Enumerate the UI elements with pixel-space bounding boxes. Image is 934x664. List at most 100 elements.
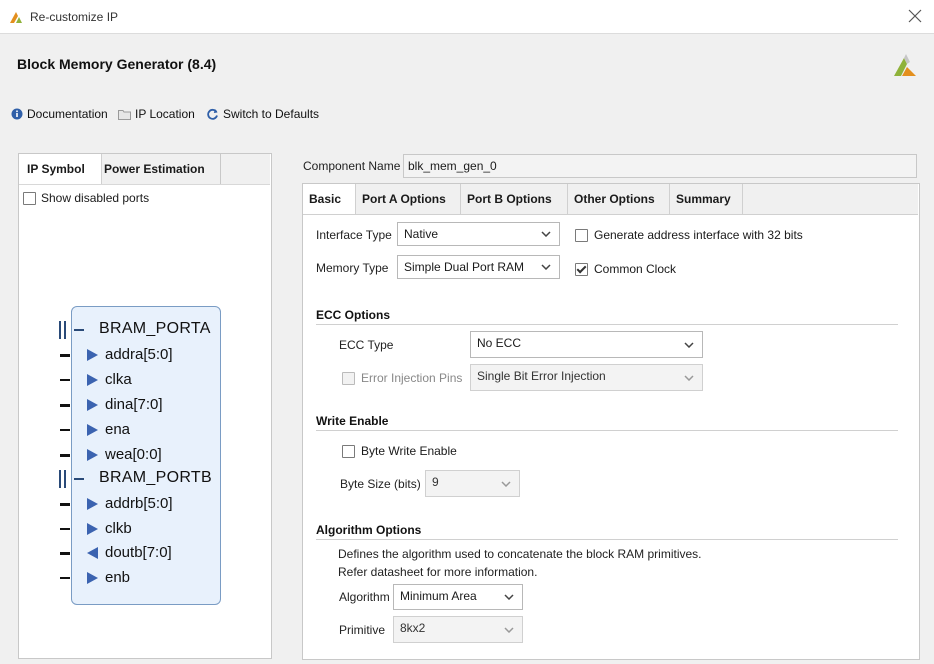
bus-dash — [74, 478, 84, 480]
ip-location-label: IP Location — [135, 107, 195, 121]
algorithm-description-2: Refer datasheet for more information. — [338, 565, 538, 579]
output-arrow-icon — [87, 547, 98, 559]
gen-addr-option[interactable]: Generate address interface with 32 bits — [575, 228, 803, 242]
common-clock-option[interactable]: Common Clock — [575, 262, 676, 276]
pin-stub — [60, 528, 70, 530]
write-enable-section-title: Write Enable — [316, 414, 389, 428]
vivado-logo-icon — [10, 12, 22, 23]
pin-stub — [60, 577, 70, 579]
byte-write-checkbox[interactable] — [342, 444, 355, 458]
memory-type-select[interactable]: Simple Dual Port RAM — [397, 255, 560, 279]
algorithm-description-1: Defines the algorithm used to concatenat… — [338, 547, 702, 561]
interface-type-select[interactable]: Native — [397, 222, 560, 246]
error-injection-checkbox — [342, 371, 355, 385]
ecc-type-label: ECC Type — [339, 338, 394, 352]
byte-size-value: 9 — [432, 475, 439, 489]
tab-ip-symbol[interactable]: IP Symbol — [19, 154, 102, 184]
common-clock-label: Common Clock — [594, 262, 677, 276]
primitive-label: Primitive — [339, 623, 386, 637]
info-icon — [11, 108, 23, 120]
byte-size-select: 9 — [425, 470, 520, 497]
ip-title: Block Memory Generator (8.4) — [17, 56, 217, 72]
algorithm-value: Minimum Area — [400, 589, 477, 603]
common-clock-checkbox[interactable] — [575, 262, 588, 276]
bus-bars-icon — [59, 470, 66, 488]
documentation-label: Documentation — [27, 107, 108, 121]
input-arrow-icon — [87, 523, 98, 535]
input-arrow-icon — [87, 374, 98, 386]
pin-stub — [60, 354, 70, 357]
chevron-down-icon — [541, 231, 551, 237]
chevron-down-icon — [541, 264, 551, 270]
chevron-down-icon — [684, 375, 694, 381]
pin-stub — [60, 429, 70, 431]
error-injection-label: Error Injection Pins — [361, 371, 463, 385]
tab-basic[interactable]: Basic — [303, 184, 356, 214]
component-name-field[interactable]: blk_mem_gen_0 — [403, 154, 917, 178]
close-icon[interactable] — [904, 5, 926, 27]
input-arrow-icon — [87, 424, 98, 436]
chevron-down-icon — [684, 342, 694, 348]
switch-defaults-button[interactable]: Switch to Defaults — [206, 107, 319, 121]
bus-bars-icon — [59, 321, 66, 339]
switch-defaults-label: Switch to Defaults — [223, 107, 320, 121]
show-disabled-ports-label: Show disabled ports — [41, 191, 150, 205]
error-injection-select: Single Bit Error Injection — [470, 364, 703, 391]
refresh-icon — [207, 108, 218, 120]
toolbar: Documentation IP Location Switch to Defa… — [0, 102, 934, 128]
gen-addr-label: Generate address interface with 32 bits — [594, 228, 803, 242]
byte-size-label: Byte Size (bits) — [340, 477, 421, 491]
ecc-type-value: No ECC — [477, 336, 522, 350]
pin-stub — [60, 503, 70, 506]
input-arrow-icon — [87, 399, 98, 411]
pin-stub — [60, 552, 70, 555]
input-arrow-icon — [87, 449, 98, 461]
ip-location-button[interactable]: IP Location — [118, 107, 195, 121]
xilinx-logo-icon — [894, 54, 916, 76]
dialog-header: Block Memory Generator (8.4) — [0, 34, 934, 96]
memory-type-value: Simple Dual Port RAM — [404, 260, 525, 274]
error-injection-value: Single Bit Error Injection — [477, 369, 606, 383]
tab-port-a-options[interactable]: Port A Options — [356, 184, 461, 214]
documentation-button[interactable]: Documentation — [11, 107, 108, 121]
ecc-type-select[interactable]: No ECC — [470, 331, 703, 358]
algorithm-select[interactable]: Minimum Area — [393, 584, 523, 610]
primitive-value: 8kx2 — [400, 621, 426, 635]
chevron-down-icon — [504, 594, 514, 600]
pin-stub — [60, 404, 70, 407]
left-tab-bar: IP Symbol Power Estimation — [19, 154, 270, 185]
input-arrow-icon — [87, 498, 98, 510]
tab-power-estimation[interactable]: Power Estimation — [96, 154, 221, 184]
byte-write-label: Byte Write Enable — [361, 444, 457, 458]
primitive-select: 8kx2 — [393, 616, 523, 643]
divider — [316, 430, 898, 431]
memory-type-label: Memory Type — [316, 261, 389, 275]
bram-portb-label: BRAM_PORTB — [99, 469, 212, 486]
gen-addr-checkbox[interactable] — [575, 228, 588, 242]
error-injection-option: Error Injection Pins — [342, 371, 462, 385]
chevron-down-icon — [501, 481, 511, 487]
bram-porta-label: BRAM_PORTA — [99, 320, 211, 337]
folder-icon — [118, 109, 131, 120]
divider — [316, 324, 898, 325]
byte-write-option[interactable]: Byte Write Enable — [342, 444, 457, 458]
bus-dash — [74, 329, 84, 331]
options-tab-bar: Basic Port A Options Port B Options Othe… — [303, 184, 918, 215]
interface-type-value: Native — [404, 227, 439, 241]
chevron-down-icon — [504, 627, 514, 633]
tab-port-b-options[interactable]: Port B Options — [461, 184, 568, 214]
show-disabled-ports-toggle[interactable]: Show disabled ports — [23, 191, 149, 205]
window-title: Re-customize IP — [30, 10, 119, 24]
interface-type-label: Interface Type — [316, 228, 392, 242]
tab-summary[interactable]: Summary — [670, 184, 743, 214]
divider — [316, 539, 898, 540]
component-name-label: Component Name — [303, 159, 401, 173]
input-arrow-icon — [87, 349, 98, 361]
show-disabled-ports-checkbox[interactable] — [23, 191, 36, 205]
input-arrow-icon — [87, 572, 98, 584]
tab-other-options[interactable]: Other Options — [568, 184, 670, 214]
pin-stub — [60, 454, 70, 457]
pin-stub — [60, 379, 70, 381]
component-name-value: blk_mem_gen_0 — [408, 159, 497, 173]
algorithm-label: Algorithm — [339, 590, 390, 604]
